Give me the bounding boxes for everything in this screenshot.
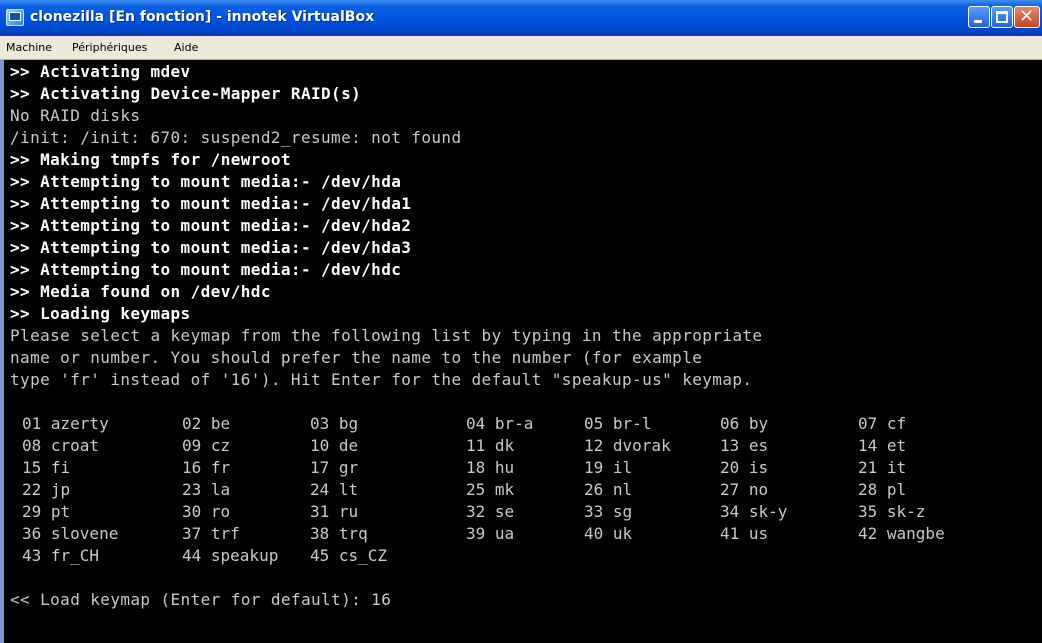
keymap-option: 01 azerty [22,414,109,433]
keymap-option: 39 ua [466,524,515,543]
console-line: No RAID disks [10,106,141,125]
console-line: Please select a keymap from the followin… [10,326,763,345]
keymap-option: 38 trq [310,524,368,543]
keymap-option: 16 fr [182,458,231,477]
keymap-option: 28 pl [858,480,907,499]
close-icon: ✕ [1019,6,1035,27]
console-line: >> Attempting to mount media:- /dev/hda3 [10,238,412,257]
menu-item-peripheriques[interactable]: Périphériques [72,41,147,54]
keymap-option: 10 de [310,436,359,455]
keymap-option: 42 wangbe [858,524,945,543]
keymap-option: 36 slovene [22,524,119,543]
virtualbox-icon [6,9,24,26]
keymap-option: 32 se [466,502,515,521]
console-line: >> Making tmpfs for /newroot [10,150,291,169]
console-line: type 'fr' instead of '16'). Hit Enter fo… [10,370,753,389]
keymap-option: 37 trf [182,524,240,543]
menu-item-aide[interactable]: Aide [174,41,198,54]
minimize-button[interactable] [968,6,990,28]
keymap-option: 07 cf [858,414,907,433]
keymap-option: 18 hu [466,458,515,477]
keymap-option: 24 lt [310,480,359,499]
console-line: >> Attempting to mount media:- /dev/hda1 [10,194,412,213]
close-button[interactable]: ✕ [1014,6,1040,28]
console-line: >> Activating mdev [10,62,191,81]
keymap-option: 35 sk-z [858,502,926,521]
keymap-prompt[interactable]: << Load keymap (Enter for default): 16 [10,590,391,610]
keymap-option: 08 croat [22,436,100,455]
menu-bar: Machine Périphériques Aide [0,36,1042,60]
keymap-option: 31 ru [310,502,359,521]
keymap-option: 27 no [720,480,769,499]
console-line: name or number. You should prefer the na… [10,348,703,367]
console-line: >> Media found on /dev/hdc [10,282,271,301]
keymap-option: 25 mk [466,480,515,499]
keymap-option: 05 br-l [584,414,652,433]
keymap-option: 03 bg [310,414,359,433]
keymap-option: 34 sk-y [720,502,788,521]
keymap-option: 02 be [182,414,231,433]
keymap-option: 44 speakup [182,546,279,565]
console-line: >> Activating Device-Mapper RAID(s) [10,84,362,103]
keymap-option: 45 cs_CZ [310,546,388,565]
keymap-option: 13 es [720,436,769,455]
keymap-option: 04 br-a [466,414,534,433]
keymap-option: 06 by [720,414,769,433]
keymap-option: 29 pt [22,502,71,521]
console-line: >> Attempting to mount media:- /dev/hdc [10,260,402,279]
console-line: >> Attempting to mount media:- /dev/hda [10,172,402,191]
keymap-option: 43 fr_CH [22,546,100,565]
keymap-option: 26 nl [584,480,633,499]
keymap-option: 20 is [720,458,769,477]
keymap-option: 15 fi [22,458,71,477]
maximize-button[interactable] [991,6,1013,28]
console-line: >> Attempting to mount media:- /dev/hda2 [10,216,412,235]
keymap-option: 17 gr [310,458,359,477]
vm-console-screen[interactable]: >> Activating mdev >> Activating Device-M… [0,60,1042,643]
keymap-option: 33 sg [584,502,633,521]
keymap-option: 22 jp [22,480,71,499]
keymap-option: 11 dk [466,436,515,455]
keymap-option: 12 dvorak [584,436,671,455]
keymap-option: 14 et [858,436,907,455]
keymap-option: 21 it [858,458,907,477]
keymap-option: 41 us [720,524,769,543]
keymap-option: 40 uk [584,524,633,543]
console-line: >> Loading keymaps [10,304,191,323]
keymap-option: 23 la [182,480,231,499]
minimize-icon [974,20,982,23]
keymap-option: 19 il [584,458,633,477]
keymap-option: 30 ro [182,502,231,521]
window-title: clonezilla [En fonction] - innotek Virtu… [30,9,375,25]
window-titlebar[interactable]: clonezilla [En fonction] - innotek Virtu… [0,0,1042,36]
menu-item-machine[interactable]: Machine [6,41,52,54]
window-left-border [0,60,4,643]
console-line: /init: /init: 670: suspend2_resume: not … [10,128,462,147]
maximize-icon [996,11,1008,23]
keymap-option: 09 cz [182,436,231,455]
